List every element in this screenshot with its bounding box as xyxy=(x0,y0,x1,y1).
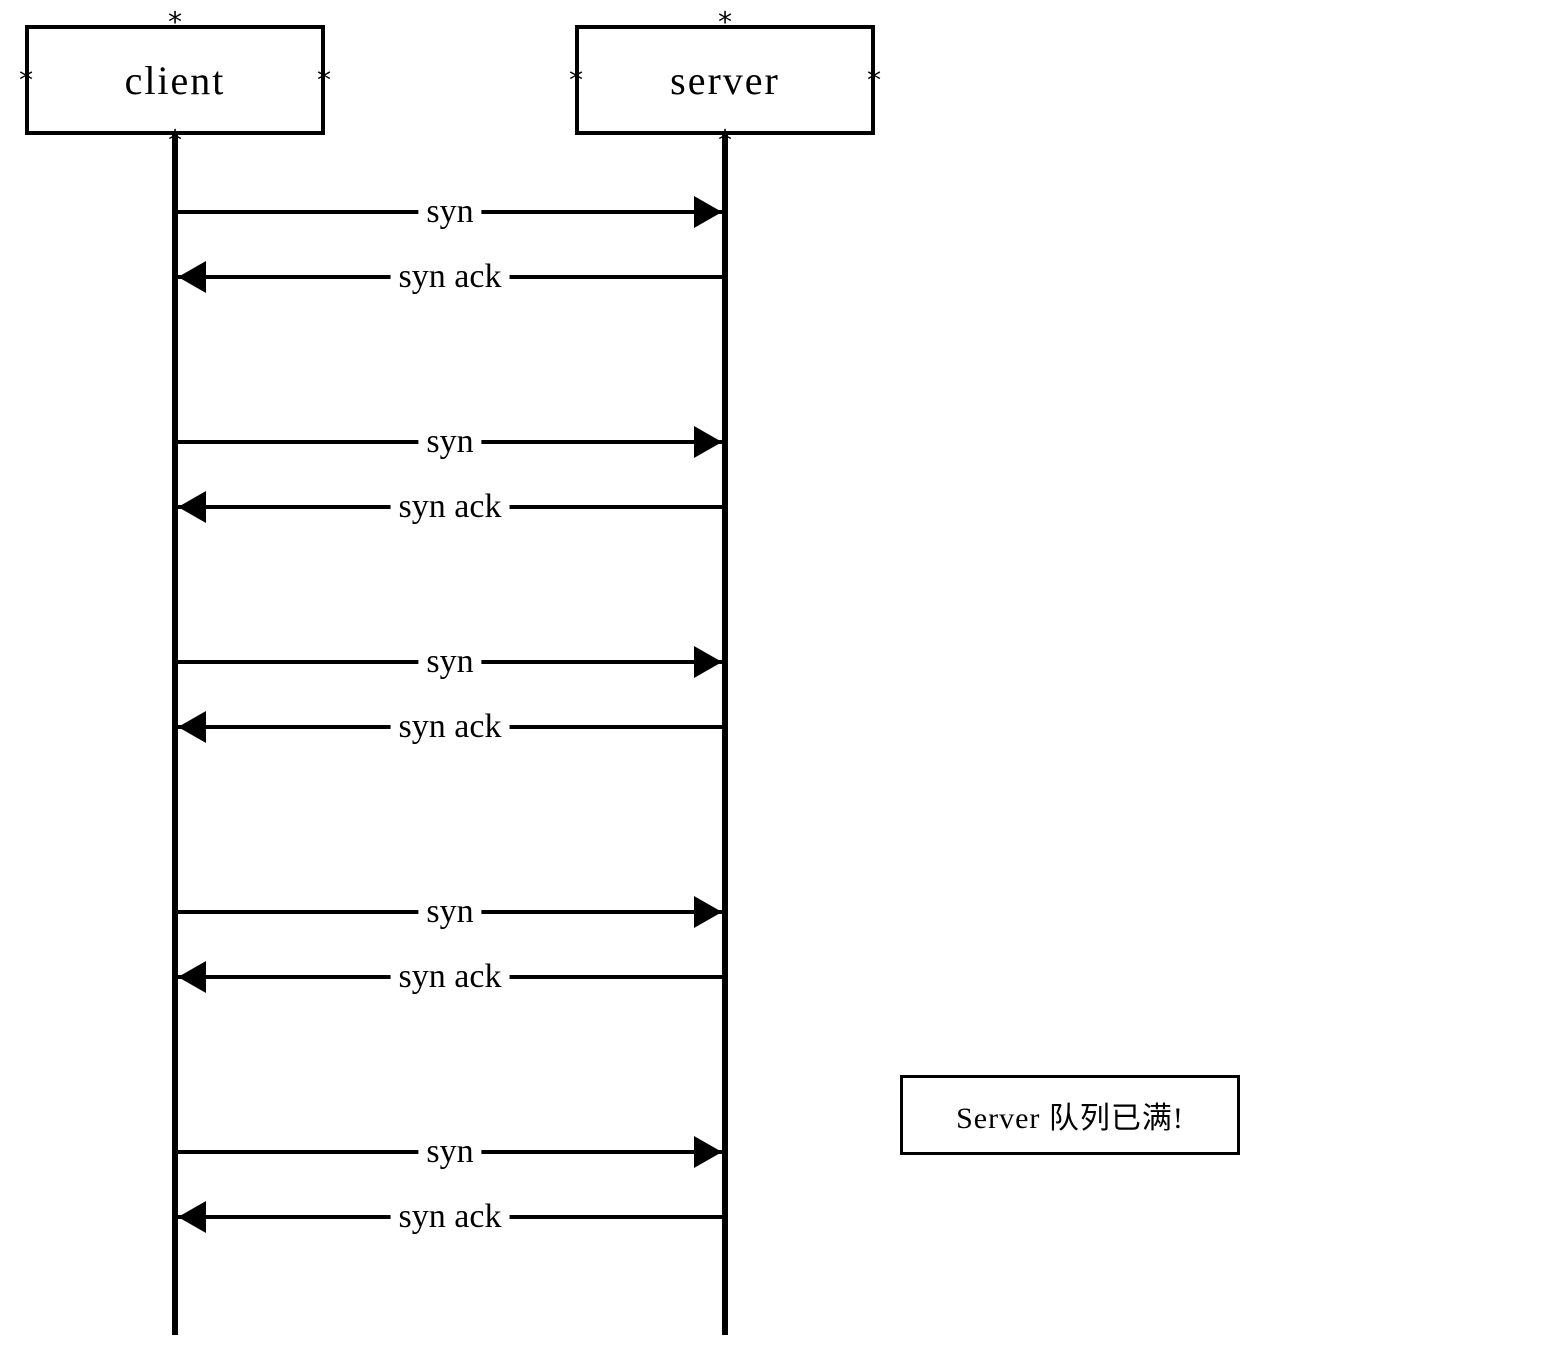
box-tick: * xyxy=(568,64,585,97)
message-label: syn ack xyxy=(391,708,510,746)
message-label: syn xyxy=(418,893,481,931)
box-tick: * xyxy=(866,64,883,97)
arrowhead-right-icon xyxy=(694,1136,722,1168)
message-label: syn xyxy=(418,1133,481,1171)
arrowhead-left-icon xyxy=(178,961,206,993)
arrowhead-left-icon xyxy=(178,261,206,293)
participant-server-label: server xyxy=(670,57,780,104)
arrowhead-right-icon xyxy=(694,896,722,928)
message-label: syn xyxy=(418,193,481,231)
arrowhead-right-icon xyxy=(694,646,722,678)
lifeline-server xyxy=(722,135,728,1335)
box-tick: * xyxy=(717,6,734,39)
message-label: syn ack xyxy=(391,958,510,996)
message-label: syn xyxy=(418,423,481,461)
message-label: syn ack xyxy=(391,258,510,296)
message-label: syn xyxy=(418,643,481,681)
box-tick: * xyxy=(316,64,333,97)
participant-client-label: client xyxy=(125,57,226,104)
arrowhead-right-icon xyxy=(694,196,722,228)
participant-client: client xyxy=(25,25,325,135)
box-tick: * xyxy=(18,64,35,97)
message-label: syn ack xyxy=(391,1198,510,1236)
arrowhead-left-icon xyxy=(178,491,206,523)
box-tick: * xyxy=(167,6,184,39)
note-server-queue-full: Server 队列已满! xyxy=(900,1075,1240,1155)
arrowhead-right-icon xyxy=(694,426,722,458)
arrowhead-left-icon xyxy=(178,711,206,743)
message-label: syn ack xyxy=(391,488,510,526)
note-text: Server 队列已满! xyxy=(956,1093,1184,1137)
arrowhead-left-icon xyxy=(178,1201,206,1233)
sequence-diagram: client * * * * server * * * * syn syn ac… xyxy=(0,0,1547,1351)
participant-server: server xyxy=(575,25,875,135)
